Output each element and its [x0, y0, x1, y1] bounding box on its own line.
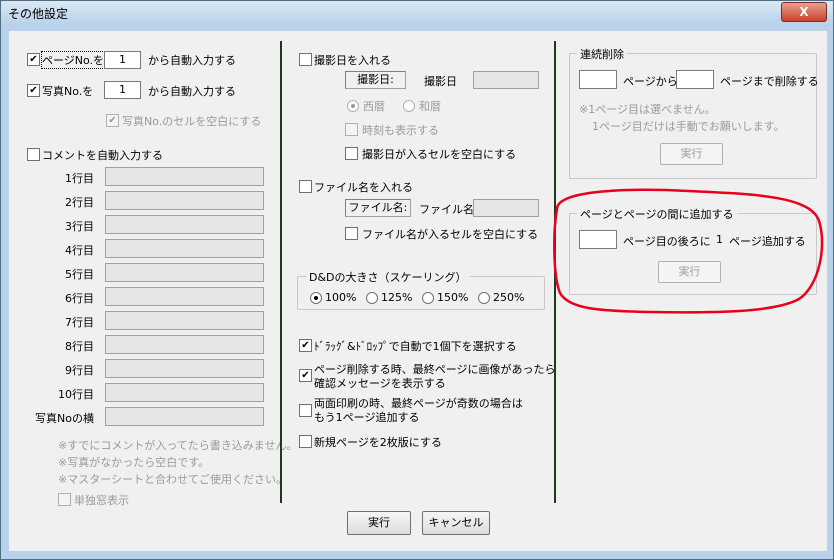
close-button[interactable]: X: [781, 2, 827, 22]
dialog-body: ✔ ページNo.を 1 から自動入力する ✔ 写真No.を 1 から自動入力する…: [9, 31, 827, 551]
window-title: その他設定: [8, 7, 69, 21]
red-highlight-annotation: [553, 188, 824, 314]
settings-window: その他設定 X ✔ ページNo.を 1 から自動入力する ✔ 写真No.を 1 …: [0, 0, 834, 560]
ok-button[interactable]: 実行: [347, 511, 411, 535]
title-bar: その他設定 X: [1, 1, 833, 25]
cancel-button[interactable]: キャンセル: [422, 511, 490, 535]
